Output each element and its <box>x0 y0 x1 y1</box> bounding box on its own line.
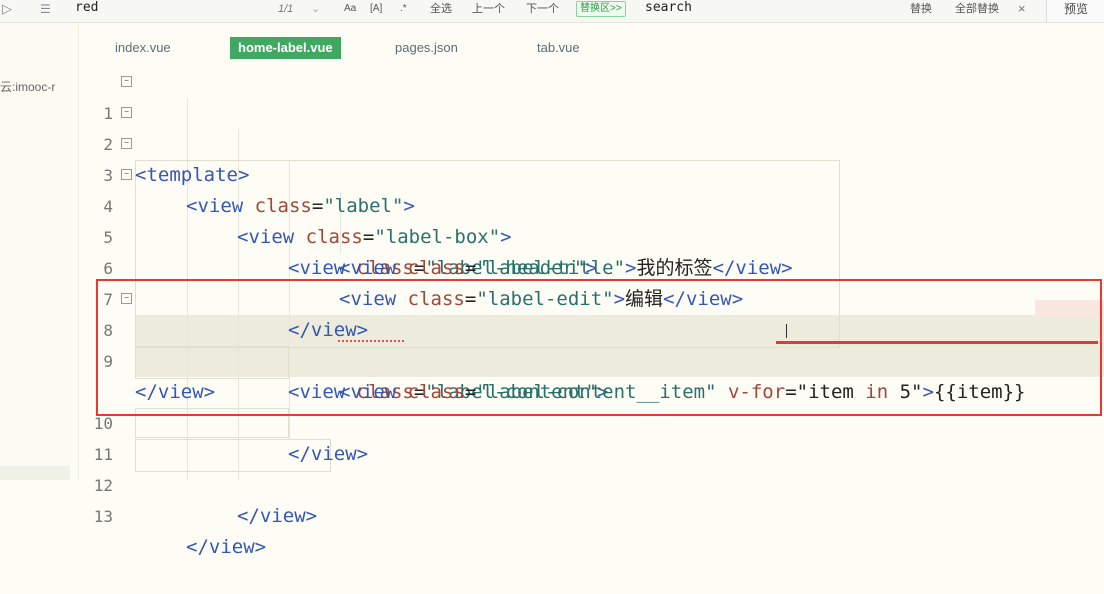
preview-button[interactable]: 预览 <box>1046 0 1104 22</box>
code-editor[interactable]: 1 − <template> 2 − <view class="label"> … <box>79 67 1104 558</box>
editor-tabs: index.vue home-label.vue pages.json tab.… <box>79 23 1104 67</box>
tab-home-label-vue[interactable]: home-label.vue <box>230 37 341 59</box>
match-count: 1/1 <box>278 3 294 15</box>
replace-input[interactable]: search <box>645 0 692 18</box>
code-line: 13 </view> <box>79 470 1104 558</box>
replace-button[interactable]: 替换 <box>910 0 932 22</box>
line-number: 13 <box>93 507 113 526</box>
whole-word-toggle[interactable]: [A] <box>370 0 382 22</box>
regex-toggle[interactable]: .* <box>400 0 407 22</box>
code-token: </view> <box>237 505 318 527</box>
match-case-toggle[interactable]: Aa <box>344 0 356 22</box>
next-match-button[interactable]: 下一个 <box>526 0 559 22</box>
search-options-icon[interactable]: ☰ <box>40 0 51 22</box>
fold-toggle-icon[interactable]: − <box>121 107 132 118</box>
code-line: 5 <view class="label-title">我的标签</view> <box>79 191 1104 279</box>
fold-toggle-icon[interactable]: − <box>121 138 132 149</box>
sidebar-footer <box>0 466 70 480</box>
project-sidebar: 云:imooc-r <box>0 23 79 480</box>
select-all-button[interactable]: 全选 <box>430 0 452 22</box>
fold-toggle-icon[interactable]: − <box>121 76 132 87</box>
tab-index-vue[interactable]: index.vue <box>115 37 171 59</box>
tab-pages-json[interactable]: pages.json <box>395 37 458 59</box>
chevron-down-icon[interactable]: ⌄ <box>311 0 320 22</box>
code-line: 12 </view> <box>79 439 1104 527</box>
code-line: 4 − <view class="label-header"> <box>79 160 1104 279</box>
close-icon[interactable]: × <box>1018 0 1026 22</box>
code-line: 3 − <view class="label-box"> <box>79 129 1104 248</box>
code-line: 1 − <template> <box>79 67 1104 186</box>
code-line: 6 <view class="label-edit">编辑</view> <box>79 222 1104 310</box>
replace-all-button[interactable]: 全部替换 <box>955 0 999 22</box>
replace-mode-toggle[interactable]: 替换区>> <box>576 1 626 17</box>
fold-toggle-icon[interactable]: − <box>121 169 132 180</box>
annotation-box <box>96 279 1102 416</box>
annotation-underline <box>776 341 1098 344</box>
search-input[interactable]: red <box>75 0 98 18</box>
project-label[interactable]: 云:imooc-r <box>0 78 55 95</box>
prev-match-button[interactable]: 上一个 <box>472 0 505 22</box>
code-line: 2 − <view class="label"> <box>79 98 1104 217</box>
tab-tab-vue[interactable]: tab.vue <box>537 37 580 59</box>
find-replace-bar: ▷ ☰ red 1/1 ⌄ Aa [A] .* 全选 上一个 下一个 替换区>>… <box>0 0 1104 23</box>
code-token: </view> <box>186 536 267 558</box>
run-icon[interactable]: ▷ <box>2 0 12 22</box>
